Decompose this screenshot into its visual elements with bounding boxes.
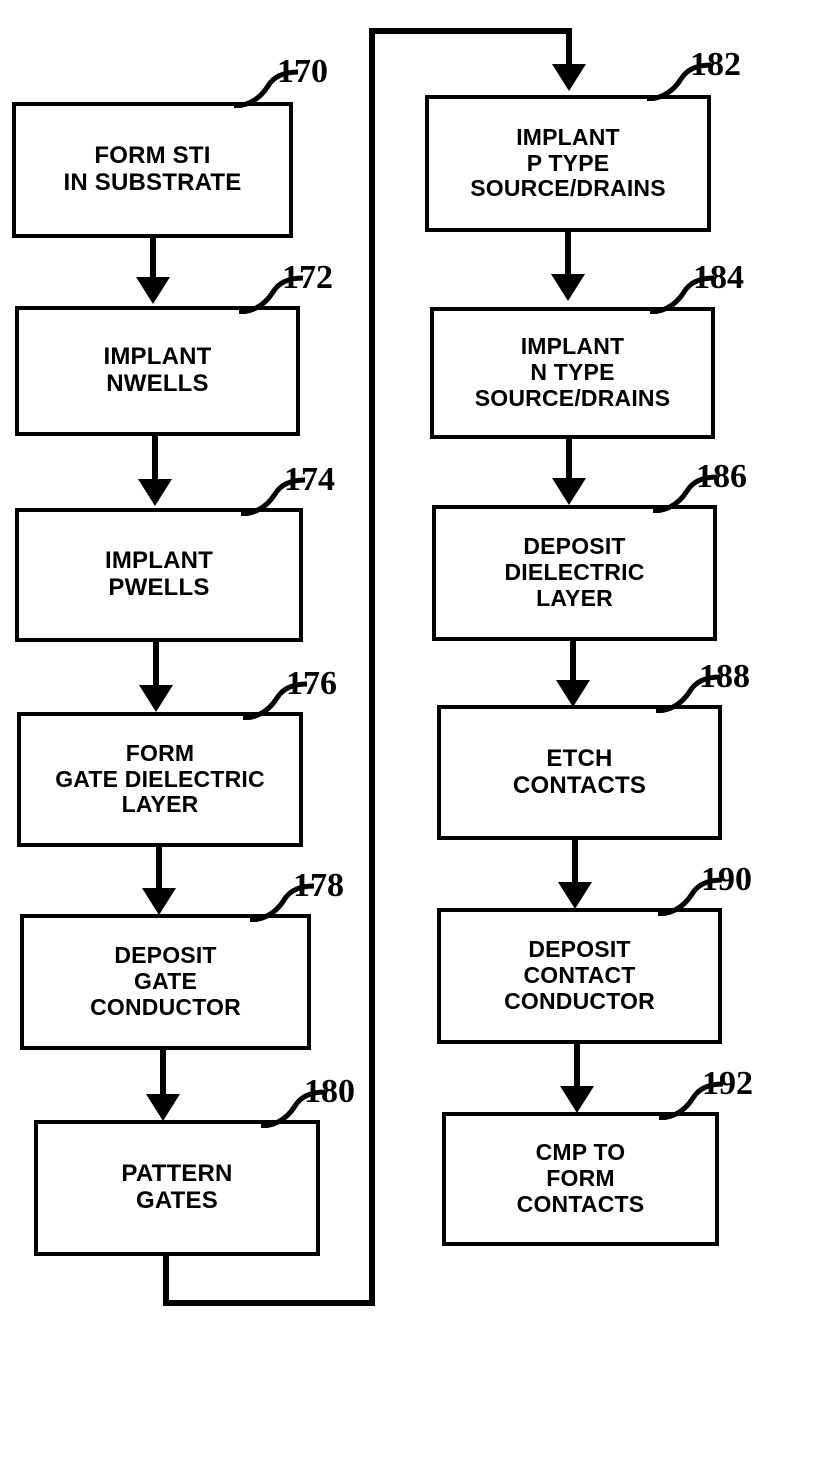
edge-174-176-stem bbox=[153, 642, 159, 686]
reference-numeral-176: 176 bbox=[286, 665, 337, 702]
reference-numeral-188: 188 bbox=[699, 658, 750, 695]
edge-186-188-stem bbox=[570, 641, 576, 683]
node-178-line-1: DEPOSIT bbox=[114, 942, 217, 969]
node-192-line-2: FORM bbox=[546, 1165, 615, 1192]
edge-174-176-arrowhead bbox=[139, 685, 173, 712]
edge-178-180-arrowhead bbox=[146, 1094, 180, 1121]
process-node-192: CMP TO FORM CONTACTS bbox=[442, 1112, 719, 1246]
process-node-172: IMPLANT NWELLS bbox=[15, 306, 300, 436]
process-node-170: FORM STI IN SUBSTRATE bbox=[12, 102, 293, 238]
reference-numeral-170: 170 bbox=[277, 53, 328, 90]
node-178-line-3: CONDUCTOR bbox=[90, 993, 241, 1020]
node-182-line-3: SOURCE/DRAINS bbox=[470, 175, 666, 202]
edge-180-182-riser bbox=[369, 28, 375, 1306]
node-184-line-2: N TYPE bbox=[530, 359, 615, 386]
process-node-190: DEPOSIT CONTACT CONDUCTOR bbox=[437, 908, 722, 1044]
node-178-line-2: GATE bbox=[134, 968, 197, 995]
node-180-line-1: PATTERN bbox=[121, 1160, 233, 1188]
process-node-186: DEPOSIT DIELECTRIC LAYER bbox=[432, 505, 717, 641]
reference-numeral-172: 172 bbox=[282, 259, 333, 296]
node-170-line-1: FORM STI bbox=[94, 142, 211, 170]
reference-numeral-180: 180 bbox=[304, 1073, 355, 1110]
node-182-line-1: IMPLANT bbox=[516, 123, 620, 150]
node-190-line-3: CONDUCTOR bbox=[504, 987, 655, 1014]
edge-172-174-arrowhead bbox=[138, 479, 172, 506]
node-174-line-2: PWELLS bbox=[108, 574, 210, 601]
edge-182-184-arrowhead bbox=[551, 274, 585, 301]
edge-180-182-arrowhead bbox=[552, 64, 586, 91]
node-190-line-1: DEPOSIT bbox=[528, 936, 631, 963]
process-node-176: FORM GATE DIELECTRIC LAYER bbox=[17, 712, 303, 847]
reference-numeral-190: 190 bbox=[701, 861, 752, 898]
edge-184-186-arrowhead bbox=[552, 478, 586, 505]
process-node-174: IMPLANT PWELLS bbox=[15, 508, 303, 642]
edge-180-182-bottom-run bbox=[163, 1300, 375, 1306]
process-node-178: DEPOSIT GATE CONDUCTOR bbox=[20, 914, 311, 1050]
node-186-line-3: LAYER bbox=[536, 584, 613, 611]
edge-182-184-stem bbox=[565, 232, 571, 276]
edge-172-174-stem bbox=[152, 436, 158, 480]
edge-186-188-arrowhead bbox=[556, 680, 590, 707]
edge-190-192-stem bbox=[574, 1044, 580, 1088]
node-176-line-3: LAYER bbox=[121, 791, 199, 818]
node-172-line-2: NWELLS bbox=[106, 370, 209, 397]
edge-190-192-arrowhead bbox=[560, 1086, 594, 1113]
node-186-line-1: DEPOSIT bbox=[523, 533, 626, 560]
edge-180-182-descent bbox=[566, 28, 572, 68]
node-182-line-2: P TYPE bbox=[526, 149, 610, 176]
reference-numeral-184: 184 bbox=[693, 259, 744, 296]
node-172-line-1: IMPLANT bbox=[103, 343, 212, 371]
edge-176-178-arrowhead bbox=[142, 888, 176, 915]
edge-188-190-stem bbox=[572, 840, 578, 884]
node-188-line-2: CONTACTS bbox=[512, 771, 647, 799]
process-node-188: ETCH CONTACTS bbox=[437, 705, 722, 840]
edge-170-172-stem bbox=[150, 238, 156, 280]
node-184-line-3: SOURCE/DRAINS bbox=[474, 384, 671, 411]
node-184-line-1: IMPLANT bbox=[520, 333, 625, 360]
node-192-line-1: CMP TO bbox=[535, 1139, 626, 1166]
node-190-line-2: CONTACT bbox=[523, 962, 636, 989]
node-186-line-2: DIELECTRIC bbox=[504, 559, 645, 586]
node-176-line-2: GATE DIELECTRIC bbox=[55, 765, 265, 792]
node-188-line-1: ETCH bbox=[546, 744, 613, 772]
process-node-182: IMPLANT P TYPE SOURCE/DRAINS bbox=[425, 95, 711, 232]
process-node-180: PATTERN GATES bbox=[34, 1120, 320, 1256]
reference-numeral-186: 186 bbox=[696, 458, 747, 495]
edge-188-190-arrowhead bbox=[558, 882, 592, 909]
process-node-184: IMPLANT N TYPE SOURCE/DRAINS bbox=[430, 307, 715, 439]
node-174-line-1: IMPLANT bbox=[104, 547, 214, 575]
edge-184-186-stem bbox=[566, 439, 572, 481]
reference-numeral-182: 182 bbox=[690, 46, 741, 83]
edge-178-180-stem bbox=[160, 1050, 166, 1096]
reference-numeral-178: 178 bbox=[293, 867, 344, 904]
reference-numeral-192: 192 bbox=[702, 1065, 753, 1102]
patent-figure-canvas: FORM STI IN SUBSTRATE IMPLANT NWELLS IMP… bbox=[0, 0, 840, 1472]
edge-170-172-arrowhead bbox=[136, 277, 170, 304]
edge-176-178-stem bbox=[156, 847, 162, 889]
reference-numeral-174: 174 bbox=[284, 461, 335, 498]
node-180-line-2: GATES bbox=[136, 1187, 218, 1214]
edge-180-182-down bbox=[163, 1256, 169, 1306]
node-192-line-3: CONTACTS bbox=[516, 1190, 645, 1217]
edge-180-182-top-run bbox=[369, 28, 572, 34]
node-176-line-1: FORM bbox=[125, 739, 195, 766]
node-170-line-2: IN SUBSTRATE bbox=[63, 169, 242, 196]
